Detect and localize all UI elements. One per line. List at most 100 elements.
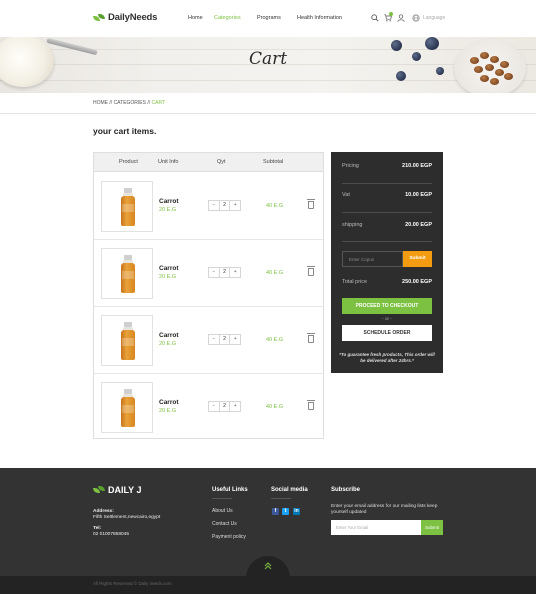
nav-categories[interactable]: Categories — [214, 15, 241, 21]
increase-button[interactable]: + — [230, 268, 240, 277]
coupon-input[interactable]: Enter Copun — [342, 251, 403, 267]
divider — [342, 212, 432, 213]
quantity-value[interactable]: 2 — [218, 268, 231, 277]
unit-price: 20 E.G — [159, 207, 177, 213]
cart-row: Carrot 20 E.G − 2 + 40 E.G — [94, 240, 323, 307]
decrease-button[interactable]: − — [209, 402, 219, 411]
trash-icon[interactable] — [307, 333, 315, 343]
divider — [342, 241, 432, 242]
footer-link-payment-policy[interactable]: Payment policy — [212, 534, 246, 540]
shipping-label: shipping — [342, 222, 363, 228]
proceed-to-checkout-button[interactable]: PROCEED TO CHECKOUT — [342, 298, 432, 314]
nav-health-information[interactable]: Health Information — [297, 15, 342, 21]
cart-row: Carrot 20 E.G − 2 + 40 E.G — [94, 374, 323, 441]
breadcrumb-categories[interactable]: CATEGORIES — [114, 100, 146, 106]
schedule-order-button[interactable]: SCHEDULE ORDER — [342, 325, 432, 341]
page-title: your cart items. — [93, 126, 157, 136]
juice-bottle-image — [121, 188, 135, 226]
chevron-up-icon[interactable] — [264, 561, 272, 571]
user-icon[interactable] — [397, 14, 405, 22]
divider — [342, 183, 432, 184]
nav-home[interactable]: Home — [188, 15, 203, 21]
product-name[interactable]: Carrot — [159, 265, 179, 272]
quantity-value[interactable]: 2 — [218, 402, 231, 411]
coupon-submit-button[interactable]: Submit — [403, 251, 432, 267]
contact-info: Address: Fifth Settlement,newcairo,egypt… — [93, 509, 160, 538]
quantity-value[interactable]: 2 — [218, 201, 231, 210]
logo[interactable]: DailyNeeds — [93, 12, 157, 23]
linkedin-icon[interactable]: in — [293, 508, 300, 515]
unit-price: 20 E.G — [159, 341, 177, 347]
increase-button[interactable]: + — [230, 201, 240, 210]
nav-programs[interactable]: Programs — [257, 15, 281, 21]
subscribe-title: Subscribe — [331, 487, 361, 493]
quantity-stepper: − 2 + — [208, 401, 241, 412]
logo-text: DailyNeeds — [108, 12, 158, 23]
language-selector[interactable]: Language — [423, 15, 445, 21]
product-image[interactable] — [101, 181, 153, 232]
quantity-stepper: − 2 + — [208, 334, 241, 345]
footer-link-contact[interactable]: Contact Us — [212, 521, 237, 527]
quantity-stepper: − 2 + — [208, 267, 241, 278]
column-header-product: Product — [119, 159, 138, 165]
product-name[interactable]: Carrot — [159, 332, 179, 339]
footer-link-about[interactable]: About Us — [212, 508, 233, 514]
quantity-value[interactable]: 2 — [218, 335, 231, 344]
juice-bottle-image — [121, 389, 135, 427]
column-header-unit-info: Unit Info — [158, 159, 179, 165]
search-icon[interactable] — [371, 14, 379, 22]
decrease-button[interactable]: − — [209, 335, 219, 344]
facebook-icon[interactable]: f — [272, 508, 279, 515]
decrease-button[interactable]: − — [209, 268, 219, 277]
unit-price: 20 E.G — [159, 274, 177, 280]
column-header-subtotal: Subtotal — [263, 159, 284, 165]
quantity-stepper: − 2 + — [208, 200, 241, 211]
tel-text[interactable]: 02 01007858045 — [93, 532, 129, 537]
pricing-value: 210.00 EGP — [402, 163, 432, 169]
leaf-logo-icon — [93, 13, 105, 22]
twitter-icon[interactable]: t — [282, 508, 289, 515]
useful-links-title: Useful Links — [212, 487, 248, 493]
product-image[interactable] — [101, 382, 153, 433]
blueberry-image — [396, 71, 406, 81]
cart-row: Carrot 20 E.G − 2 + 40 E.G — [94, 307, 323, 374]
breadcrumb: HOME // CATEGORIES // CART — [93, 100, 165, 106]
cart-count-badge — [389, 12, 393, 16]
trash-icon[interactable] — [307, 400, 315, 410]
product-name[interactable]: Carrot — [159, 198, 179, 205]
trash-icon[interactable] — [307, 266, 315, 276]
cart-row: Carrot 20 E.G − 2 + 40 E.G — [94, 173, 323, 240]
breadcrumb-home[interactable]: HOME — [93, 100, 108, 106]
product-name[interactable]: Carrot — [159, 399, 179, 406]
delivery-note: *To guarantee fresh products, This order… — [339, 352, 435, 363]
shipping-value: 20.00 EGP — [405, 222, 432, 228]
top-header: DailyNeeds Home Categories Programs Heal… — [0, 0, 536, 37]
pricing-label: Pricing — [342, 163, 359, 169]
product-image[interactable] — [101, 248, 153, 299]
vat-value: 10.00 EGP — [405, 192, 432, 198]
subscribe-submit-button[interactable]: Submit — [421, 520, 443, 535]
vat-label: Vat — [342, 192, 350, 198]
row-subtotal: 40 E.G — [266, 270, 284, 276]
footer-logo[interactable]: DAILY J — [93, 485, 142, 495]
row-subtotal: 40 E.G — [266, 404, 284, 410]
juice-bottle-image — [121, 255, 135, 293]
column-header-qty: Qyt — [217, 159, 226, 165]
banner-title: Cart — [248, 49, 288, 69]
total-label: Total price — [342, 279, 368, 285]
globe-icon[interactable] — [412, 14, 420, 22]
leaf-logo-icon — [93, 486, 105, 494]
increase-button[interactable]: + — [230, 335, 240, 344]
decrease-button[interactable]: − — [209, 201, 219, 210]
page-banner: Cart — [0, 37, 536, 93]
divider — [271, 498, 291, 499]
footer-logo-text: DAILY J — [108, 485, 142, 495]
cart-table-header: Product Unit Info Qyt Subtotal — [94, 153, 323, 172]
product-image[interactable] — [101, 315, 153, 366]
trash-icon[interactable] — [307, 199, 315, 209]
juice-bottle-image — [121, 322, 135, 360]
increase-button[interactable]: + — [230, 402, 240, 411]
subscribe-email-input[interactable]: Enter Your Email — [331, 520, 421, 535]
row-subtotal: 40 E.G — [266, 203, 284, 209]
divider — [0, 113, 536, 114]
